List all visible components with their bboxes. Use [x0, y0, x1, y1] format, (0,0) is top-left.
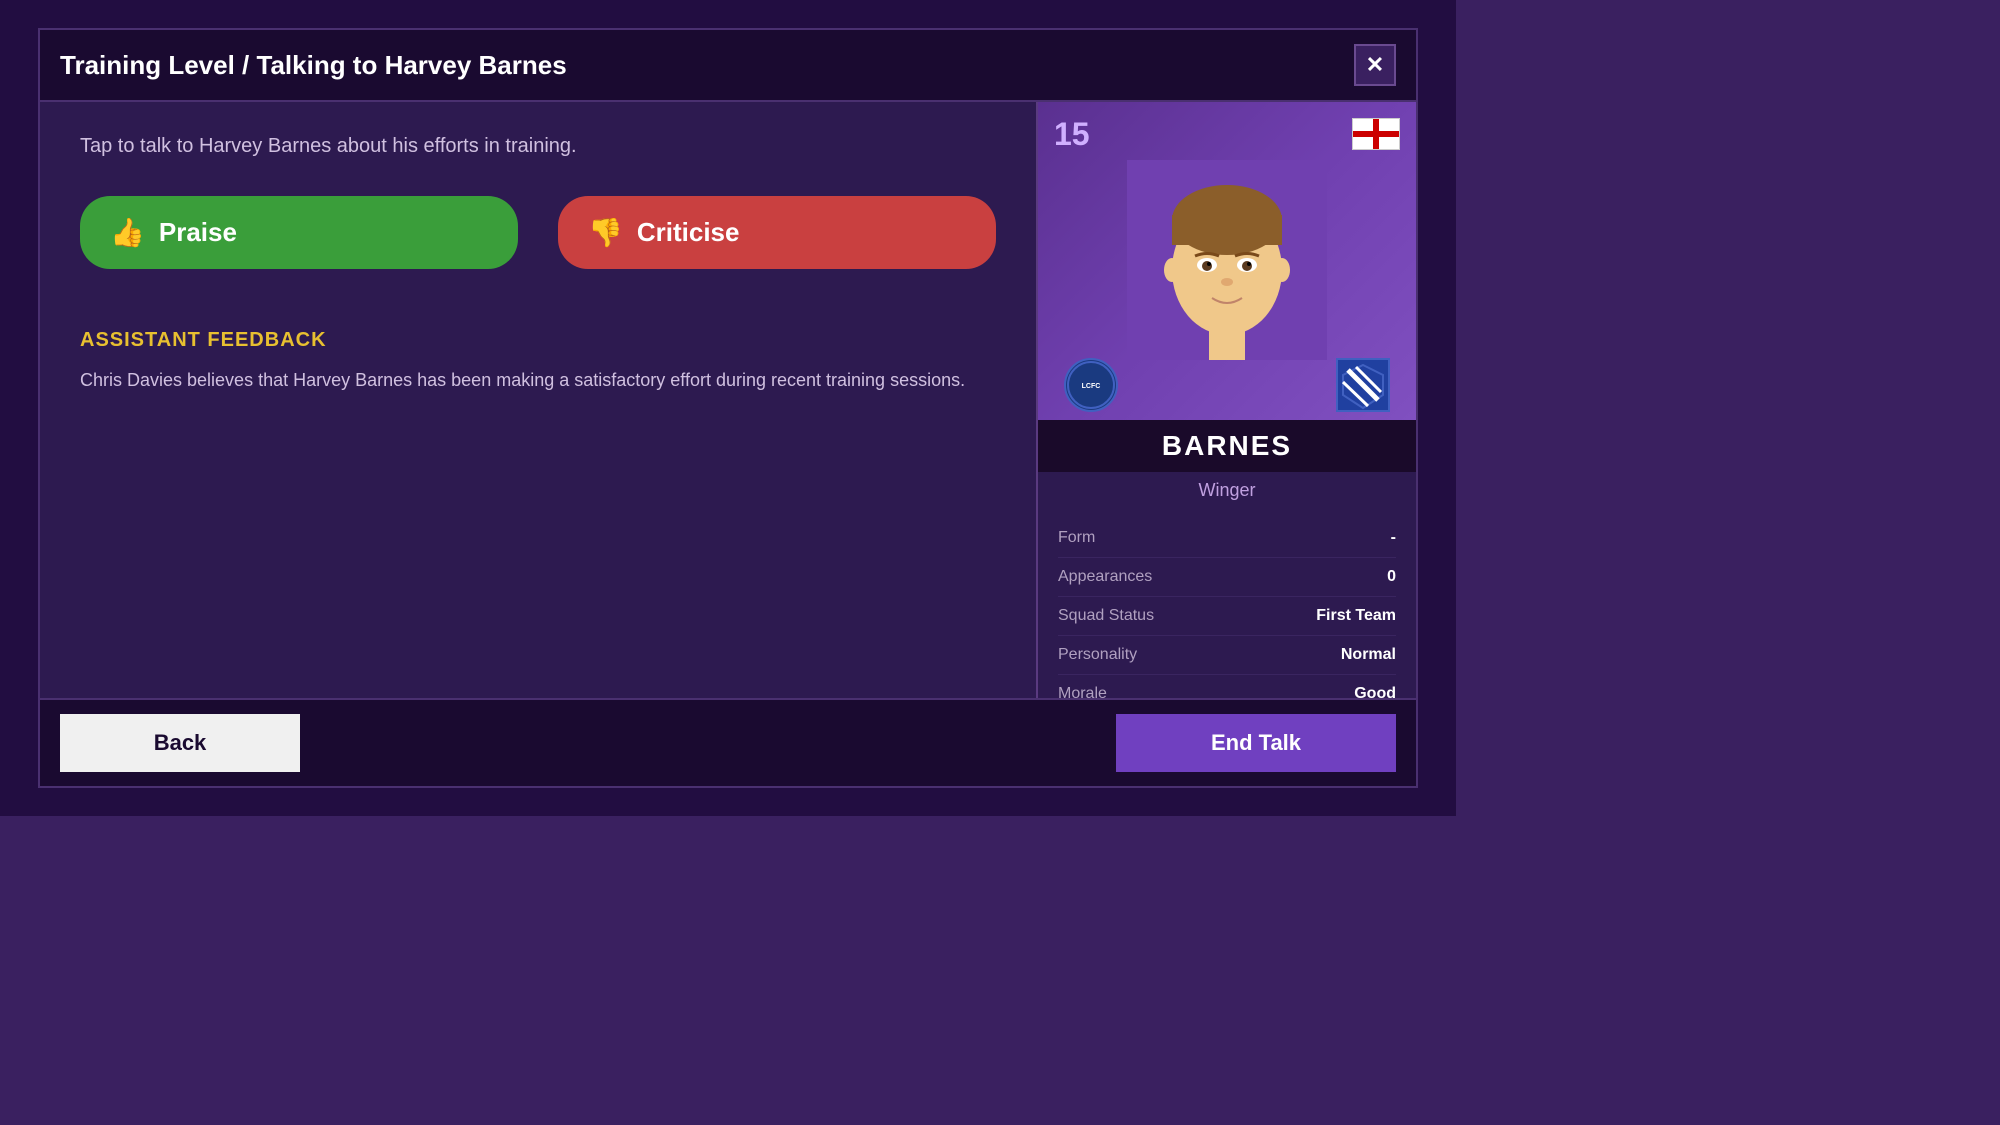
player-number: 15 — [1054, 116, 1090, 152]
thumbs-down-icon: 👎 — [588, 216, 623, 249]
stat-label: Morale — [1058, 685, 1107, 698]
player-stats: Form - Appearances 0 Squad Status First Team P… — [1038, 509, 1416, 698]
stat-row: Squad Status First Team — [1058, 597, 1396, 636]
england-flag-icon — [1352, 118, 1400, 150]
modal-title: Training Level / Talking to Harvey Barne… — [60, 50, 567, 81]
stat-label: Squad Status — [1058, 607, 1154, 625]
assistant-feedback-section: ASSISTANT FEEDBACK Chris Davies believes… — [80, 329, 996, 395]
stat-value: First Team — [1316, 607, 1396, 625]
player-portrait — [1127, 160, 1327, 360]
player-card-top: 15 — [1038, 102, 1416, 420]
praise-label: Praise — [159, 217, 237, 248]
stat-row: Morale Good — [1058, 675, 1396, 698]
title-bar: Training Level / Talking to Harvey Barne… — [40, 30, 1416, 102]
close-button[interactable]: ✕ — [1354, 44, 1396, 86]
player-name: BARNES — [1162, 430, 1292, 461]
assistant-feedback-text: Chris Davies believes that Harvey Barnes… — [80, 366, 996, 395]
criticise-label: Criticise — [637, 217, 740, 248]
assistant-feedback-title: ASSISTANT FEEDBACK — [80, 329, 996, 352]
stat-label: Appearances — [1058, 568, 1152, 586]
stat-row: Form - — [1058, 519, 1396, 558]
stat-value: Good — [1354, 685, 1396, 698]
club-badge-icon: LCFC — [1064, 358, 1118, 412]
thumbs-up-icon: 👍 — [110, 216, 145, 249]
intro-text: Tap to talk to Harvey Barnes about his e… — [80, 132, 996, 160]
player-name-bar: BARNES — [1038, 420, 1416, 472]
player-position: Winger — [1038, 472, 1416, 509]
stat-value: Normal — [1341, 646, 1396, 664]
end-talk-button[interactable]: End Talk — [1116, 714, 1396, 772]
stat-label: Personality — [1058, 646, 1137, 664]
back-button[interactable]: Back — [60, 714, 300, 772]
stat-label: Form — [1058, 529, 1095, 547]
criticise-button[interactable]: 👎 Criticise — [558, 196, 996, 269]
action-buttons: 👍 Praise 👎 Criticise — [80, 196, 996, 269]
modal: Training Level / Talking to Harvey Barne… — [38, 28, 1418, 788]
stat-row: Appearances 0 — [1058, 558, 1396, 597]
content-area: Tap to talk to Harvey Barnes about his e… — [40, 102, 1416, 698]
player-card: 15 — [1036, 102, 1416, 698]
modal-overlay: Training Level / Talking to Harvey Barne… — [0, 0, 1456, 816]
praise-button[interactable]: 👍 Praise — [80, 196, 518, 269]
bottom-bar: Back End Talk — [40, 698, 1416, 786]
svg-text:LCFC: LCFC — [1082, 383, 1101, 390]
stat-value: 0 — [1387, 568, 1396, 586]
player-card-icons: LCFC — [1054, 350, 1400, 420]
stat-row: Personality Normal — [1058, 636, 1396, 675]
position-badge-icon — [1336, 358, 1390, 412]
stat-value: - — [1391, 529, 1396, 547]
left-panel: Tap to talk to Harvey Barnes about his e… — [40, 102, 1036, 698]
